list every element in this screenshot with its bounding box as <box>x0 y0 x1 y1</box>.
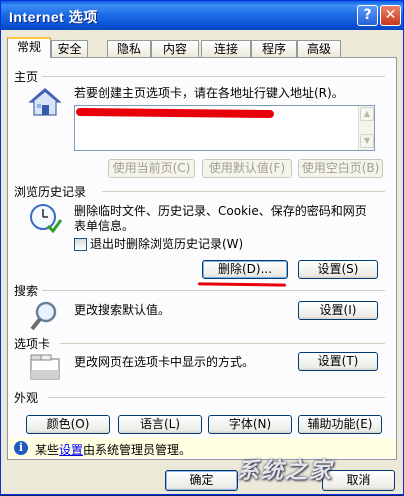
history-clock-icon <box>30 204 62 234</box>
appearance-section-title: 外观 <box>14 391 39 405</box>
scroll-up-icon[interactable]: ▲ <box>360 107 374 121</box>
magnifier-icon <box>30 301 57 331</box>
home-description: 若要创建主页选项卡，请在各地址行键入地址(R)。 <box>74 86 344 100</box>
search-settings-button[interactable]: 设置(I) <box>298 301 378 320</box>
infobar-text-after: 由系统管理员管理。 <box>83 443 192 457</box>
title-bar[interactable]: Internet 选项 ? ✕ <box>1 1 403 30</box>
home-divider <box>42 76 385 77</box>
cancel-button[interactable]: 取消 <box>322 470 395 491</box>
general-tab-panel: 主页 若要创建主页选项卡，请在各地址行键入地址(R)。 ▲ ▼ 使用当前页(C)… <box>7 57 397 460</box>
settings-link[interactable]: 设置 <box>59 443 83 457</box>
infobar-text: 某些设置由系统管理员管理。 <box>35 441 191 458</box>
help-button[interactable]: ? <box>357 5 378 26</box>
tab-general[interactable]: 常规 <box>7 37 51 58</box>
home-section-title: 主页 <box>14 70 39 84</box>
infobar-text-before: 某些 <box>35 443 60 457</box>
tabs-description: 更改网页在选项卡中显示的方式。 <box>74 355 255 369</box>
delete-on-exit-label: 退出时删除浏览历史记录(W) <box>90 237 244 251</box>
scroll-down-icon[interactable]: ▼ <box>360 134 374 148</box>
managed-settings-infobar: i 某些设置由系统管理员管理。 <box>9 438 395 458</box>
home-icon <box>28 88 62 116</box>
history-settings-button[interactable]: 设置(S) <box>298 260 378 279</box>
tab-programs[interactable]: 程序 <box>251 40 297 58</box>
search-section-title: 搜索 <box>14 284 39 298</box>
use-blank-button[interactable]: 使用空白页(B) <box>298 159 383 178</box>
tabs-divider <box>60 343 385 344</box>
address-scrollbar[interactable]: ▲ ▼ <box>358 106 374 150</box>
tab-content[interactable]: 内容 <box>151 40 199 58</box>
tab-advanced[interactable]: 高级 <box>297 40 341 58</box>
watermark-text: 系统之家 <box>237 459 334 484</box>
close-button[interactable]: ✕ <box>380 5 401 26</box>
window-title: Internet 选项 <box>9 9 98 25</box>
info-icon: i <box>14 441 28 455</box>
accessibility-button[interactable]: 辅助功能(E) <box>298 415 382 434</box>
red-underline-mark <box>197 282 287 287</box>
tab-security[interactable]: 安全 <box>51 40 88 58</box>
delete-button[interactable]: 删除(D)... <box>202 260 288 279</box>
search-description: 更改搜索默认值。 <box>74 303 171 317</box>
tabs-settings-button[interactable]: 设置(T) <box>298 352 378 371</box>
ok-button[interactable]: 确定 <box>165 470 238 491</box>
history-description-line1: 删除临时文件、历史记录、Cookie、保存的密码和网页 <box>74 204 367 218</box>
internet-options-dialog: Internet 选项 ? ✕ 常规 安全 隐私 内容 连接 程序 高级 主页 … <box>0 0 404 495</box>
use-current-button[interactable]: 使用当前页(C) <box>108 159 195 178</box>
colors-button[interactable]: 颜色(O) <box>26 415 110 434</box>
tab-connections[interactable]: 连接 <box>201 40 251 58</box>
delete-on-exit-checkbox[interactable] <box>74 238 87 251</box>
tab-privacy[interactable]: 隐私 <box>107 40 151 58</box>
languages-button[interactable]: 语言(L) <box>118 415 202 434</box>
fonts-button[interactable]: 字体(N) <box>208 415 292 434</box>
appearance-divider <box>48 397 385 398</box>
history-section-title: 浏览历史记录 <box>14 185 87 199</box>
search-divider <box>42 290 385 291</box>
history-divider <box>102 191 385 192</box>
use-default-button[interactable]: 使用默认值(F) <box>202 159 292 178</box>
history-description-line2: 表单信息。 <box>74 219 135 233</box>
tabbed-window-icon <box>30 354 60 380</box>
